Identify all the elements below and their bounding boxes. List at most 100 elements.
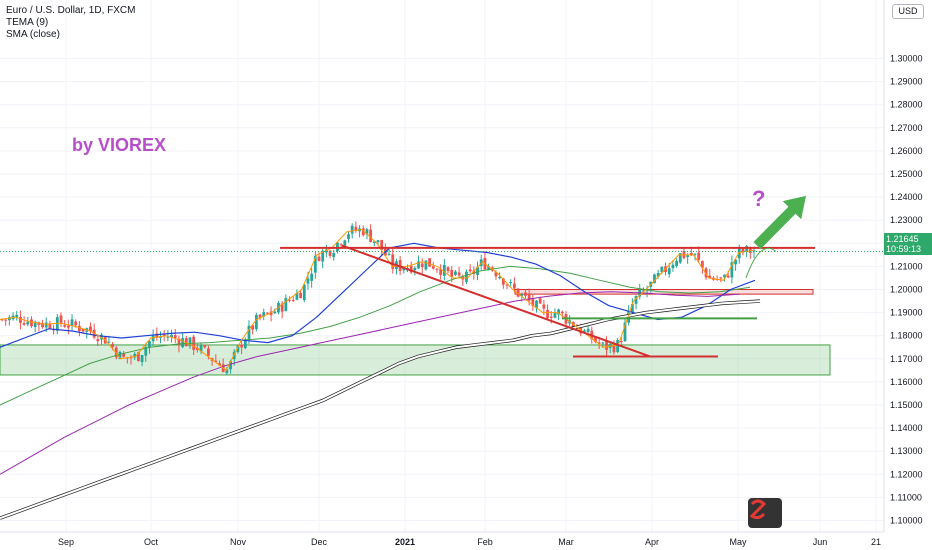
- price-tick-label: 1.15000: [890, 400, 923, 410]
- candle-body: [22, 323, 26, 325]
- candle-body: [26, 321, 30, 325]
- candle-body: [339, 244, 343, 246]
- candle-body: [44, 322, 48, 328]
- candle-body: [350, 225, 354, 234]
- candle-body: [538, 298, 542, 304]
- candle-body: [560, 311, 564, 314]
- candle-body: [512, 283, 516, 289]
- price-tick-label: 1.16000: [890, 377, 923, 387]
- candle-body: [413, 267, 417, 271]
- candle-body: [203, 345, 207, 348]
- candle-body: [457, 272, 461, 276]
- time-tick-label: Jun: [813, 537, 828, 547]
- candle-body: [446, 267, 450, 272]
- stamp-icon: [748, 498, 782, 528]
- candle-body: [697, 252, 701, 260]
- time-tick-label: Oct: [144, 537, 159, 547]
- price-tick-label: 1.30000: [890, 54, 923, 64]
- price-tick-label: 1.23000: [890, 215, 923, 225]
- time-tick-label: Nov: [230, 537, 247, 547]
- candle-body: [542, 304, 546, 309]
- candle-body: [299, 292, 302, 299]
- price-tick-label: 1.25000: [890, 169, 923, 179]
- candle-body: [240, 344, 244, 348]
- candle-body: [549, 316, 553, 318]
- question-mark-annotation: ?: [752, 186, 765, 211]
- price-tick-label: 1.18000: [890, 331, 923, 341]
- candle-body: [450, 269, 454, 277]
- candle-body: [96, 339, 100, 342]
- bar-countdown: 10:59:13: [886, 244, 922, 254]
- candle-body: [369, 229, 373, 243]
- time-tick-label: Sep: [58, 537, 74, 547]
- time-tick-label: 21: [871, 537, 881, 547]
- candle-body: [726, 275, 730, 278]
- candle-body: [546, 309, 549, 319]
- candle-body: [420, 263, 424, 268]
- candle-body: [586, 328, 590, 333]
- candle-body: [70, 319, 74, 326]
- price-axis[interactable]: 1.10000 1.11000 1.12000 1.13000 1.14000 1.150…: [890, 54, 923, 526]
- candle-body: [719, 277, 723, 279]
- price-tick-label: 1.21000: [890, 261, 923, 271]
- candle-body: [19, 316, 22, 323]
- candle-body: [151, 335, 155, 342]
- candle-body: [291, 300, 295, 302]
- candle-body: [207, 348, 210, 356]
- candle-body: [524, 292, 527, 296]
- candle-body: [387, 253, 391, 255]
- candle-body: [111, 343, 114, 347]
- candle-body: [435, 268, 439, 270]
- time-tick-label: Apr: [645, 537, 659, 547]
- candle-body: [619, 341, 623, 343]
- candle-body: [173, 335, 177, 339]
- time-tick-label: 2021: [395, 537, 415, 547]
- time-tick-label: Feb: [477, 537, 493, 547]
- candle-body: [284, 298, 288, 312]
- candle-body: [671, 264, 675, 269]
- candle-body: [465, 271, 468, 282]
- candle-body: [454, 271, 457, 275]
- time-tick-label: Dec: [311, 537, 328, 547]
- candle-body: [310, 273, 314, 281]
- price-tick-label: 1.24000: [890, 192, 923, 202]
- candle-body: [273, 311, 277, 314]
- time-axis[interactable]: Sep Oct Nov Dec 2021 Feb Mar Apr May Jun 21: [58, 537, 881, 547]
- candle-body: [181, 338, 185, 348]
- candle-body: [15, 314, 19, 318]
- price-tick-label: 1.26000: [890, 146, 923, 156]
- candle-body: [527, 294, 531, 301]
- candle-body: [74, 321, 78, 326]
- chart-canvas[interactable]: 1.10000 1.11000 1.12000 1.13000 1.14000 1.150…: [0, 0, 932, 550]
- currency-badge[interactable]: USD: [892, 4, 924, 19]
- candle-body: [347, 234, 350, 239]
- time-tick-label: Mar: [558, 537, 574, 547]
- price-tick-label: 1.17000: [890, 354, 923, 364]
- price-tick-label: 1.10000: [890, 516, 923, 526]
- candle-body: [431, 266, 435, 269]
- candle-body: [332, 253, 336, 258]
- indicator-sma-label[interactable]: SMA (close): [6, 29, 135, 41]
- price-tick-label: 1.13000: [890, 446, 923, 456]
- symbol-title[interactable]: Euro / U.S. Dollar, 1D, FXCM: [6, 5, 135, 17]
- price-tick-label: 1.28000: [890, 100, 923, 110]
- indicator-tema-label[interactable]: TEMA (9): [6, 17, 135, 29]
- candle-body: [509, 281, 513, 283]
- candle-body: [306, 278, 310, 284]
- candle-body: [30, 319, 33, 327]
- candle-body: [317, 256, 321, 261]
- candle-body: [336, 242, 339, 252]
- candle-body: [667, 268, 671, 275]
- last-price-tag: 1.21645 10:59:13: [884, 233, 932, 255]
- price-tick-label: 1.14000: [890, 423, 923, 433]
- candle-body: [601, 342, 605, 344]
- candle-body: [468, 269, 472, 272]
- candle-body: [254, 314, 258, 330]
- author-watermark: by VIOREX: [72, 135, 167, 155]
- chart-legend: Euro / U.S. Dollar, 1D, FXCM TEMA (9) SM…: [6, 5, 135, 41]
- candle-body: [122, 353, 126, 357]
- candle-body: [4, 319, 8, 321]
- candle-body: [55, 317, 59, 331]
- candle-body: [48, 323, 52, 329]
- candle-body: [428, 258, 432, 267]
